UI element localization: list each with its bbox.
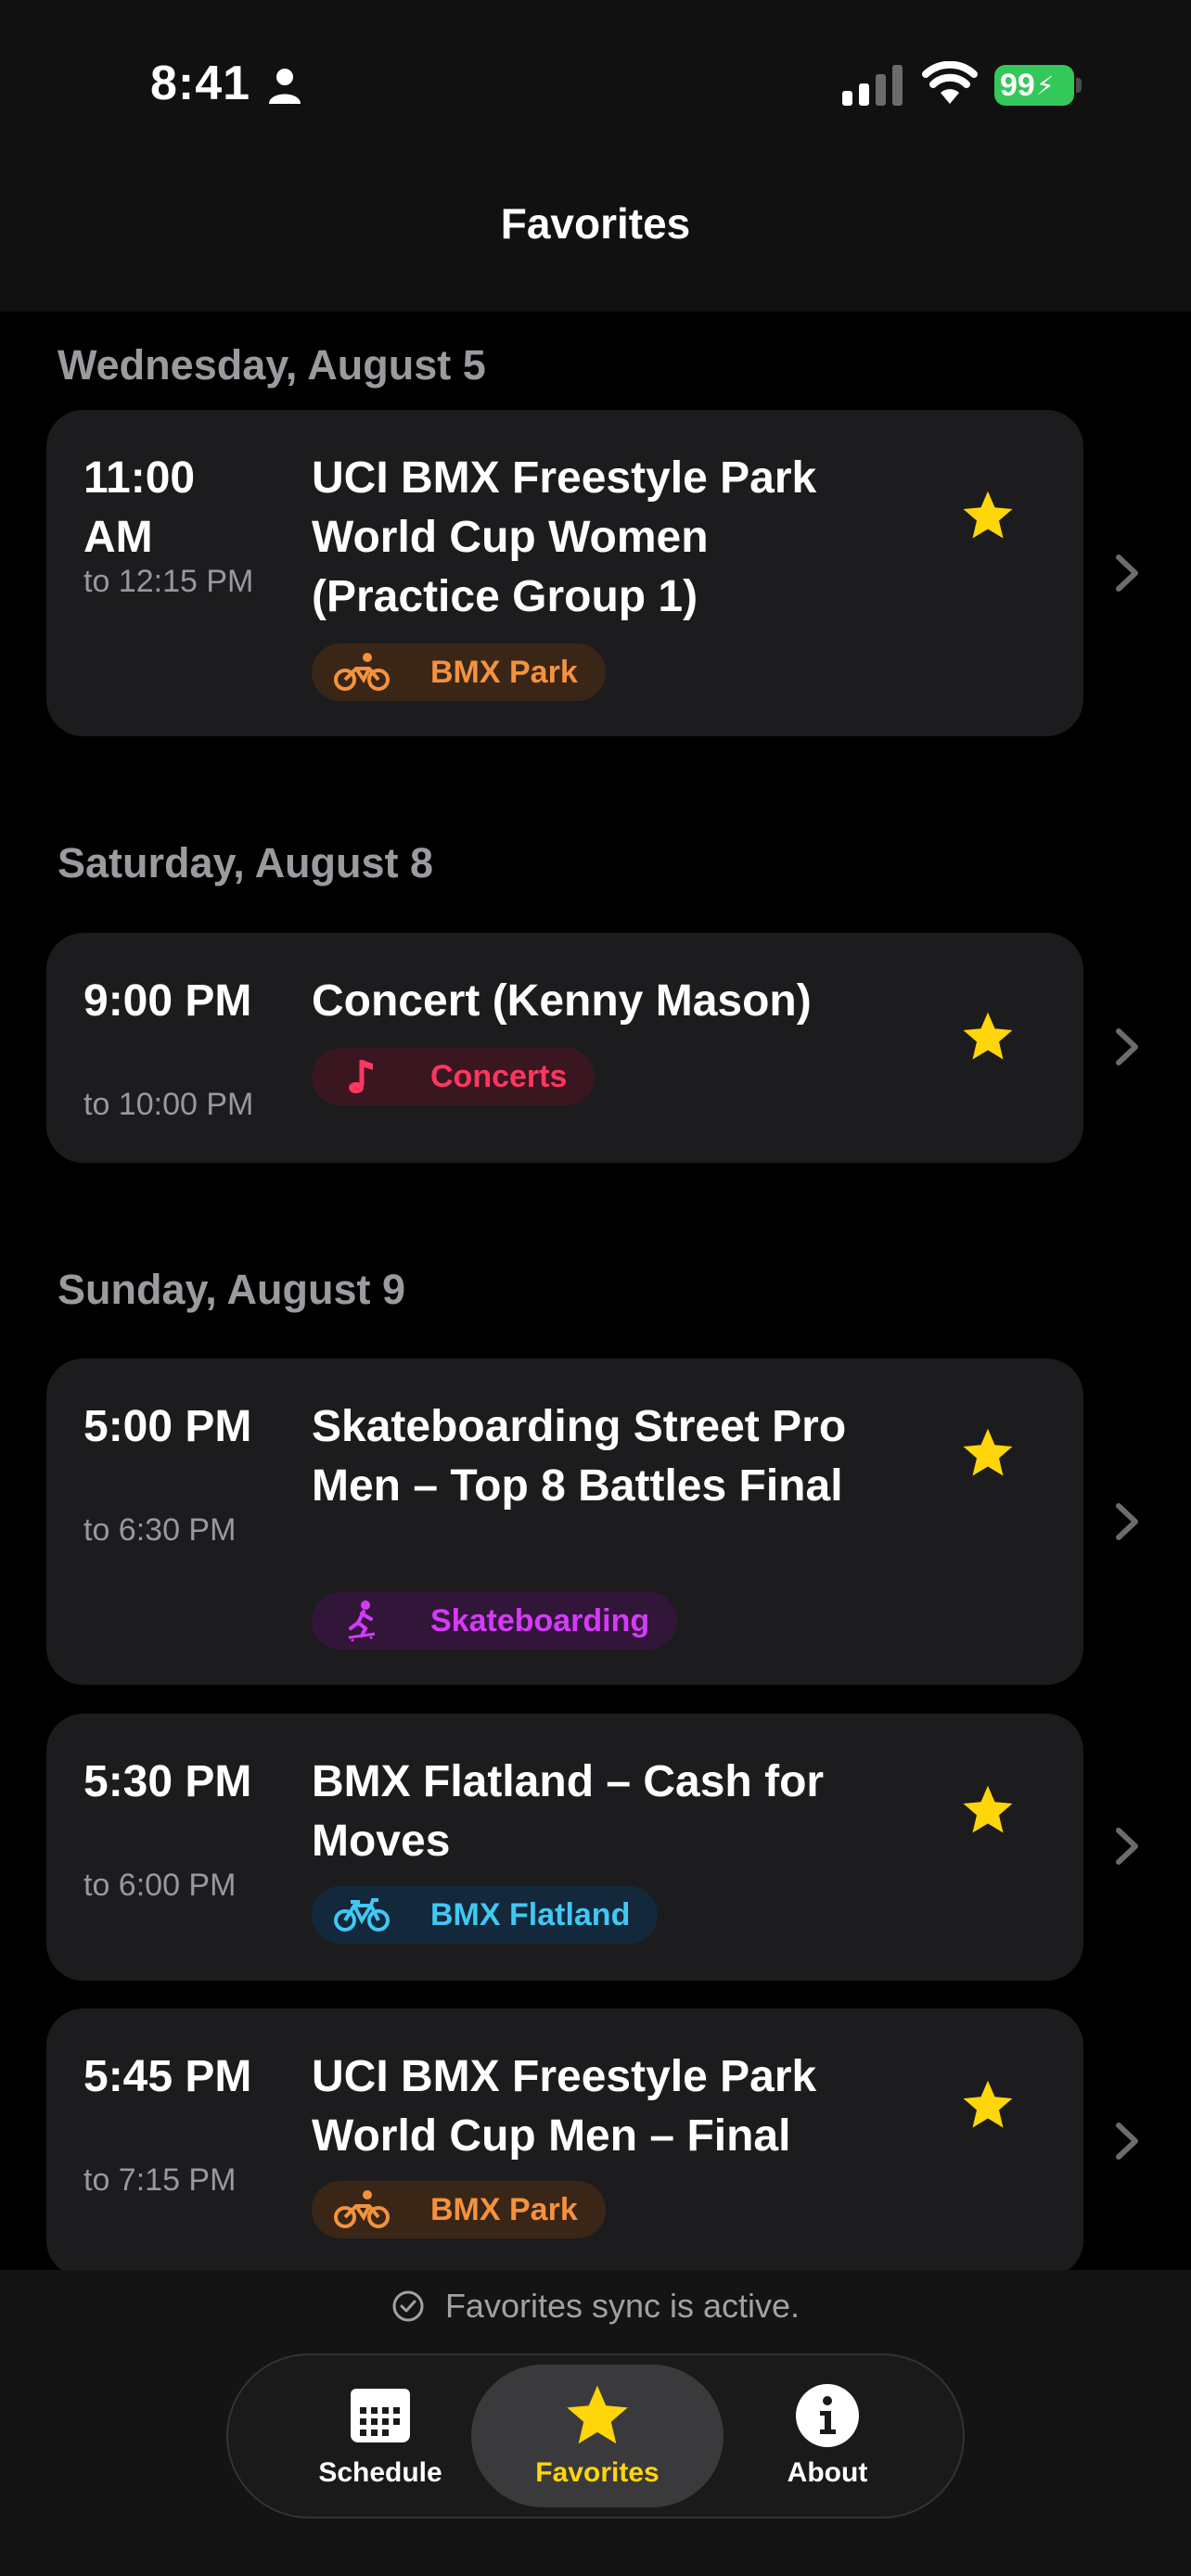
event-start-time: 11:00 AM (83, 453, 196, 562)
sync-status: Favorites sync is active. (0, 2287, 1191, 2326)
navigation-header: 8:41 99 ⚡ Favorites (0, 0, 1191, 312)
event-category-label: BMX Flatland (430, 1896, 631, 1932)
battery-indicator: 99 ⚡ (994, 65, 1074, 106)
info-icon (796, 2384, 859, 2447)
screen: 8:41 99 ⚡ Favorites Wednesday, August 5 1… (0, 0, 1191, 2576)
favorite-star-button[interactable] (959, 1009, 1017, 1065)
calendar-icon (351, 2389, 410, 2442)
event-title: BMX Flatland – Cash for Moves (312, 1757, 825, 1866)
event-title: UCI BMX Freestyle Park World Cup Women (… (312, 453, 817, 621)
event-category-tag: BMX Park (312, 2181, 606, 2238)
event-title: UCI BMX Freestyle Park World Cup Men – F… (312, 2052, 817, 2161)
chevron-right-icon[interactable] (1113, 1500, 1141, 1543)
favorite-star-button[interactable] (959, 2077, 1017, 2133)
status-time: 8:41 (150, 57, 251, 110)
tab-bar: Schedule Favorites About (226, 2353, 965, 2519)
sync-status-text: Favorites sync is active. (444, 2287, 800, 2325)
event-category-label: Concerts (430, 1058, 568, 1094)
event-start-time: 9:00 PM (83, 976, 252, 1026)
tab-favorites[interactable]: Favorites (471, 2365, 724, 2507)
event-end-time: to 12:15 PM (83, 564, 254, 599)
event-end-time: to 6:30 PM (83, 1512, 237, 1548)
event-category-tag: Concerts (312, 1048, 596, 1105)
chevron-right-icon[interactable] (1113, 552, 1141, 594)
chevron-right-icon[interactable] (1113, 1825, 1141, 1868)
section-date-header: Wednesday, August 5 (58, 341, 486, 389)
event-end-time: to 10:00 PM (83, 1087, 254, 1122)
bicycle-icon (334, 1898, 390, 1932)
checkmark-circle-icon (392, 2290, 424, 2322)
chevron-right-icon[interactable] (1113, 1026, 1141, 1068)
event-category-tag: BMX Flatland (312, 1886, 659, 1944)
event-end-time: to 6:00 PM (83, 1868, 237, 1903)
event-category-tag: Skateboarding (312, 1592, 678, 1650)
wifi-icon (922, 61, 978, 104)
battery-cap (1076, 78, 1082, 93)
event-category-tag: BMX Park (312, 644, 606, 701)
event-end-time: to 7:15 PM (83, 2162, 237, 2198)
bmx-bike-icon (334, 653, 390, 691)
event-start-time: 5:30 PM (83, 1757, 252, 1806)
tab-label: About (787, 2457, 868, 2488)
charging-bolt-icon: ⚡ (1035, 70, 1055, 100)
favorite-star-button[interactable] (959, 1782, 1017, 1838)
favorite-star-button[interactable] (959, 488, 1017, 543)
event-card[interactable]: 5:30 PM to 6:00 PM BMX Flatland – Cash f… (46, 1714, 1083, 1981)
event-start-time: 5:45 PM (83, 2052, 252, 2101)
tab-schedule[interactable]: Schedule (254, 2365, 506, 2507)
battery-level: 99 (1000, 67, 1035, 103)
tab-label: Schedule (318, 2457, 442, 2488)
page-title: Favorites (500, 199, 691, 248)
chevron-right-icon[interactable] (1113, 2120, 1141, 2162)
event-card[interactable]: 11:00 AM to 12:15 PM UCI BMX Freestyle P… (46, 410, 1083, 736)
music-note-icon (349, 1060, 373, 1093)
event-card[interactable]: 5:45 PM to 7:15 PM UCI BMX Freestyle Par… (46, 2009, 1083, 2277)
bmx-bike-icon (334, 2190, 390, 2228)
section-date-header: Saturday, August 8 (58, 839, 434, 886)
event-category-label: BMX Park (430, 654, 578, 690)
person-icon (269, 69, 301, 104)
favorite-star-button[interactable] (959, 1425, 1017, 1481)
event-title: Skateboarding Street Pro Men – Top 8 Bat… (312, 1402, 847, 1511)
event-title: Concert (Kenny Mason) (312, 976, 812, 1026)
skateboarder-icon (348, 1600, 376, 1641)
event-card[interactable]: 5:00 PM to 6:30 PM Skateboarding Street … (46, 1358, 1083, 1685)
section-date-header: Sunday, August 9 (58, 1266, 406, 1313)
event-category-label: Skateboarding (430, 1602, 650, 1639)
cellular-signal-icon (842, 65, 903, 106)
event-card[interactable]: 9:00 PM to 10:00 PM Concert (Kenny Mason… (46, 933, 1083, 1163)
star-icon (567, 2385, 628, 2444)
event-category-label: BMX Park (430, 2191, 578, 2227)
event-start-time: 5:00 PM (83, 1402, 252, 1451)
tab-label: Favorites (535, 2457, 660, 2488)
tab-about[interactable]: About (701, 2365, 954, 2507)
